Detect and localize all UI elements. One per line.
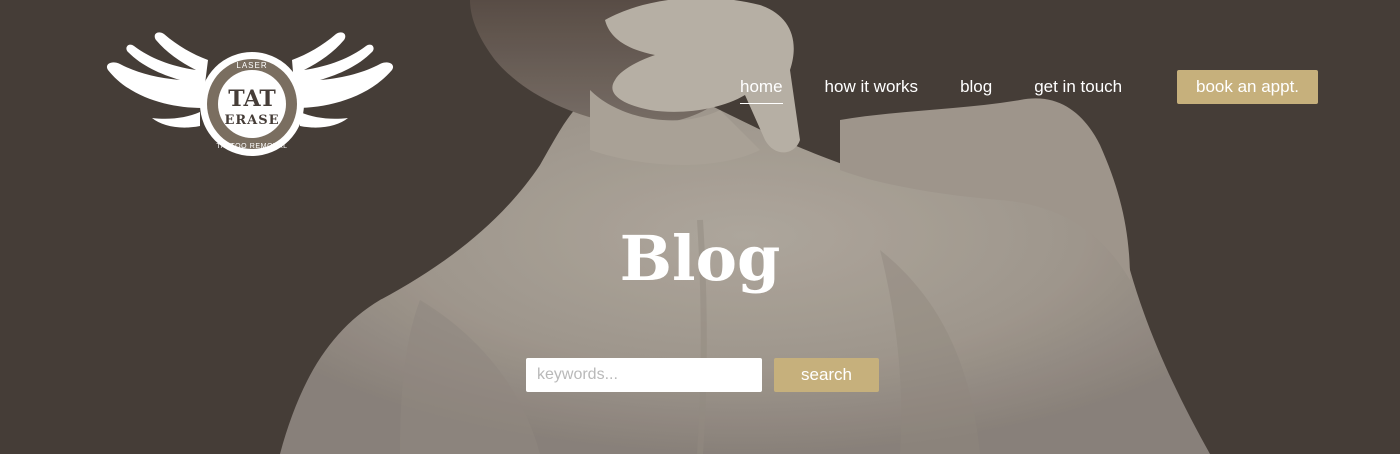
nav-item-get-in-touch[interactable]: get in touch bbox=[1034, 77, 1122, 97]
search-input[interactable] bbox=[526, 358, 762, 392]
nav-item-home[interactable]: home bbox=[740, 77, 783, 104]
main-nav: home how it works blog get in touch bbox=[740, 70, 1164, 104]
logo-wings-icon: LASER TAT ERASE TATTOO REMOVAL bbox=[106, 32, 394, 156]
svg-text:TAT: TAT bbox=[228, 86, 276, 112]
svg-text:ERASE: ERASE bbox=[224, 113, 279, 128]
hero-section: LASER TAT ERASE TATTOO REMOVAL home how … bbox=[0, 0, 1400, 454]
search-button[interactable]: search bbox=[774, 358, 879, 392]
svg-text:LASER: LASER bbox=[236, 61, 267, 70]
nav-item-blog[interactable]: blog bbox=[960, 77, 992, 97]
page-title: Blog bbox=[619, 222, 781, 295]
nav-item-how-it-works[interactable]: how it works bbox=[825, 77, 919, 97]
svg-text:TATTOO REMOVAL: TATTOO REMOVAL bbox=[216, 143, 287, 150]
book-appointment-button[interactable]: book an appt. bbox=[1177, 70, 1318, 104]
tat-erase-logo[interactable]: LASER TAT ERASE TATTOO REMOVAL bbox=[100, 30, 404, 162]
